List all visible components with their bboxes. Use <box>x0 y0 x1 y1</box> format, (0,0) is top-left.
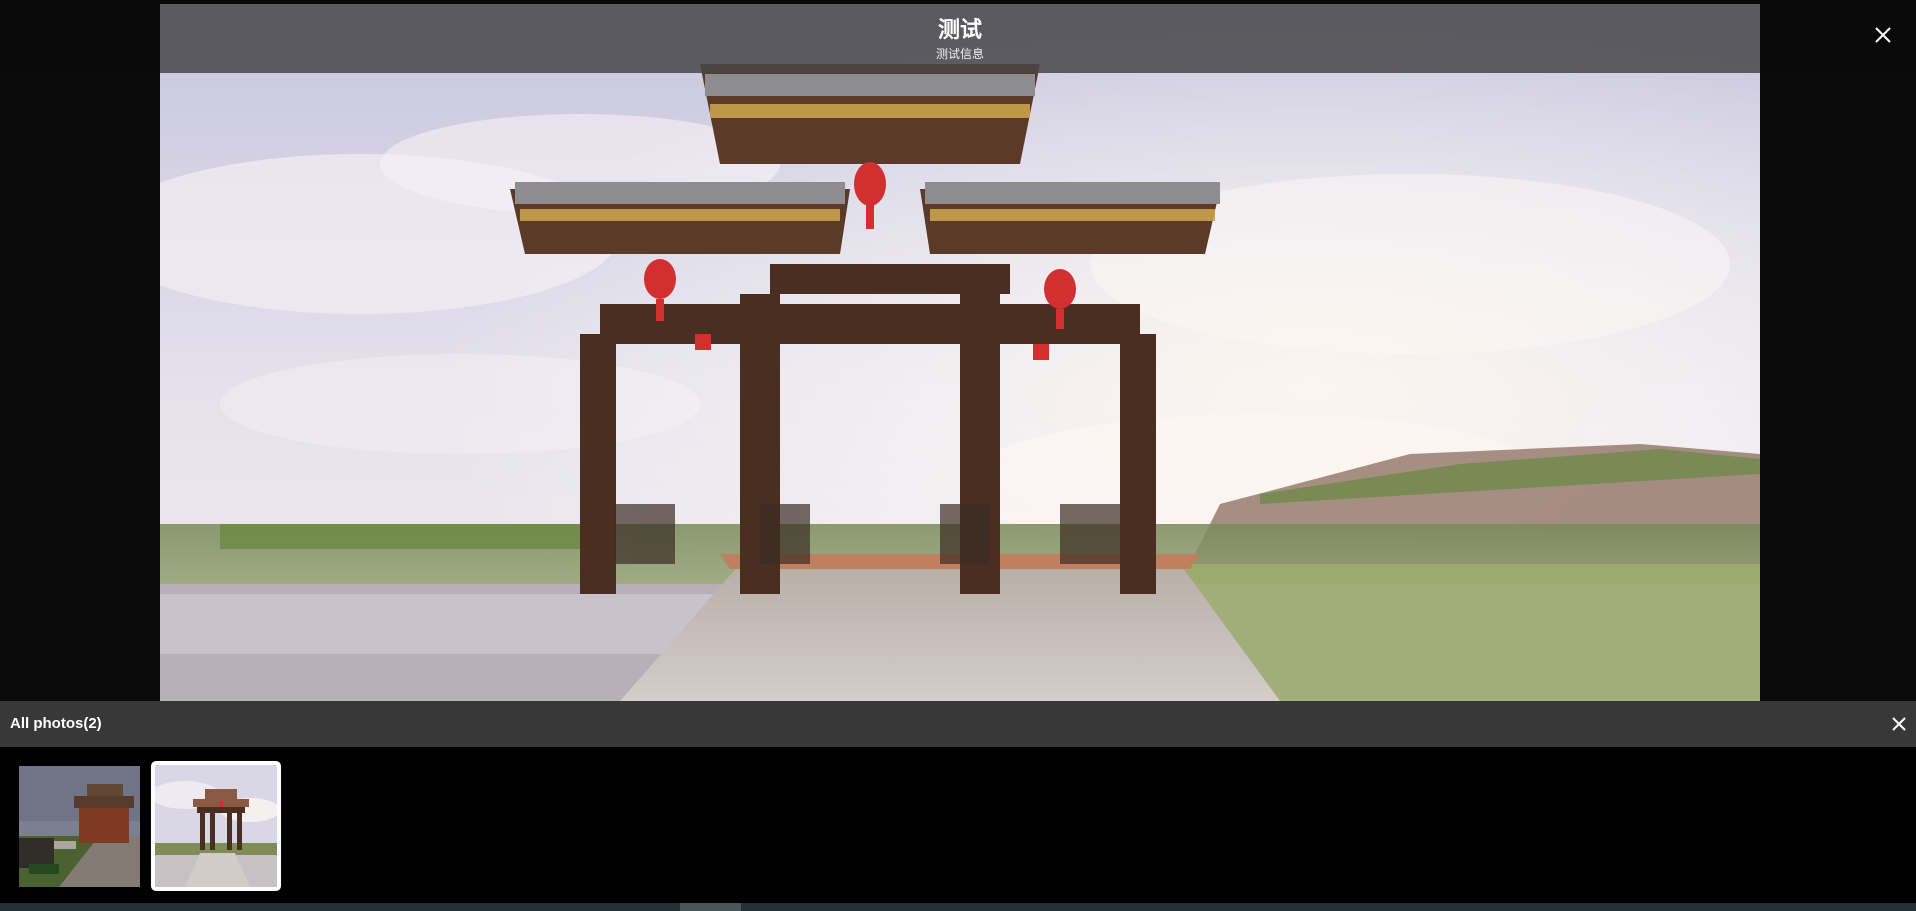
main-photo-image <box>160 4 1760 701</box>
bottom-scrollbar-track <box>0 903 1916 911</box>
thumbnail-2-image <box>155 765 277 887</box>
main-photo: 测试 测试信息 <box>160 4 1760 701</box>
photo-gallery-panel: All photos(2) <box>0 701 1916 903</box>
photo-viewer: 测试 测试信息 <box>0 0 1916 701</box>
gallery-header: All photos(2) <box>0 701 1916 747</box>
caption-bar: 测试 测试信息 <box>160 4 1760 73</box>
caption-subtitle: 测试信息 <box>935 47 984 61</box>
close-icon <box>1892 717 1906 731</box>
thumbnail-1-image <box>19 766 140 887</box>
caption-title: 测试 <box>937 17 982 42</box>
viewer-close-button[interactable] <box>1872 24 1894 46</box>
gallery-close-button[interactable] <box>1888 713 1910 735</box>
thumbnail-1[interactable] <box>19 766 140 887</box>
thumbnail-2[interactable] <box>151 761 281 891</box>
bottom-scrollbar-thumb[interactable] <box>680 903 741 911</box>
close-icon <box>1875 27 1891 43</box>
gallery-title: All photos(2) <box>10 715 102 732</box>
